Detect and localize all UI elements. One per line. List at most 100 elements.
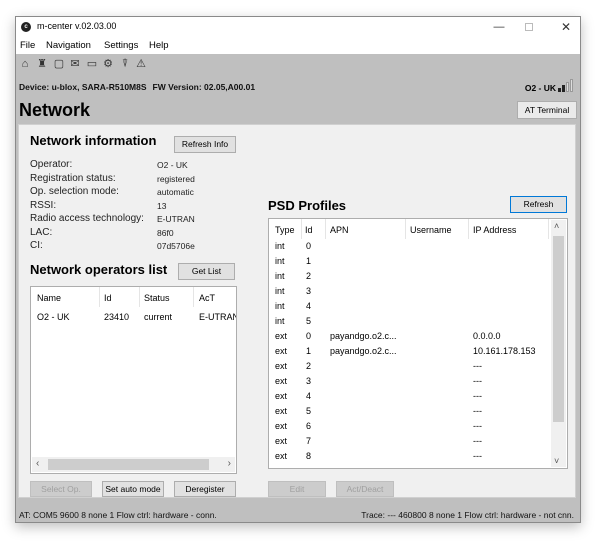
menu-bar: File Navigation Settings Help <box>16 37 580 54</box>
edit-button[interactable]: Edit <box>268 481 326 497</box>
select-op-button[interactable]: Select Op. <box>30 481 92 497</box>
psd-cell: ext <box>275 406 288 416</box>
column-separator <box>301 219 302 239</box>
psd-table-header: Type Id APN Username IP Address <box>269 219 567 241</box>
psd-cell: 0.0.0.0 <box>473 331 501 341</box>
window-title: m-center v.02.03.00 <box>37 21 117 31</box>
psd-cell: payandgo.o2.c... <box>330 346 397 356</box>
settings-gear-icon[interactable]: ⚙ <box>102 57 114 71</box>
info-label: CI: <box>30 240 43 251</box>
info-label: RSSI: <box>30 199 57 211</box>
gps-icon[interactable]: ⍒ <box>119 57 131 71</box>
info-value: 86f0 <box>157 227 174 238</box>
message-icon[interactable]: ✉ <box>69 57 81 71</box>
tower-icon[interactable]: ♜ <box>36 57 48 71</box>
psd-cell: 3 <box>306 286 312 296</box>
maximize-icon <box>525 23 533 32</box>
operators-table-header: Name Id Status AcT <box>31 287 236 309</box>
psd-cell: 0 <box>306 331 312 341</box>
column-header-ip-address[interactable]: IP Address <box>473 225 516 235</box>
scrollbar-thumb[interactable] <box>48 459 209 470</box>
menu-navigation[interactable]: Navigation <box>46 40 91 51</box>
menu-file[interactable]: File <box>20 40 35 51</box>
column-header-id[interactable]: Id <box>305 225 313 235</box>
psd-cell: int <box>275 241 285 251</box>
psd-refresh-button[interactable]: Refresh <box>510 196 567 213</box>
signal-bar <box>558 88 561 92</box>
column-separator <box>193 287 194 307</box>
psd-cell: ext <box>275 436 288 446</box>
info-label: LAC: <box>30 226 53 238</box>
minimize-button[interactable]: — <box>484 19 514 35</box>
refresh-info-button[interactable]: Refresh Info <box>174 136 236 153</box>
close-button[interactable]: ✕ <box>551 19 581 35</box>
psd-profiles-table[interactable]: Type Id APN Username IP Address int 0 int 1… <box>268 218 568 469</box>
info-value: 07d5706e <box>157 241 195 251</box>
network-panel: Network information Refresh Info Operato… <box>18 124 576 498</box>
column-separator <box>548 219 549 239</box>
folder-icon[interactable]: ▭ <box>86 57 98 71</box>
psd-cell: ext <box>275 346 288 356</box>
column-header-type[interactable]: Type <box>275 225 295 235</box>
at-port-status: AT: COM5 9600 8 none 1 Flow ctrl: hardwa… <box>19 510 217 520</box>
warning-icon[interactable]: ⚠ <box>135 57 147 71</box>
scroll-left-icon[interactable]: ‹ <box>36 458 39 469</box>
signal-bar <box>570 79 573 92</box>
set-auto-mode-button[interactable]: Set auto mode <box>102 481 164 497</box>
psd-cell: --- <box>473 406 482 416</box>
scrollbar-thumb[interactable] <box>553 236 564 422</box>
psd-cell: ext <box>275 391 288 401</box>
operator-badge: O2 - UK <box>524 83 556 93</box>
maximize-button[interactable] <box>514 19 544 35</box>
home-icon[interactable]: ⌂ <box>19 57 31 71</box>
column-header-name[interactable]: Name <box>37 293 61 303</box>
psd-cell: ext <box>275 361 288 371</box>
info-value: registered <box>157 173 195 184</box>
sim-icon[interactable]: ▢ <box>53 57 65 71</box>
menu-help[interactable]: Help <box>149 40 169 51</box>
column-header-status[interactable]: Status <box>144 293 170 303</box>
deregister-button[interactable]: Deregister <box>174 481 236 497</box>
psd-vertical-scrollbar[interactable]: ˄ ˅ <box>551 220 566 467</box>
menu-settings[interactable]: Settings <box>104 40 138 51</box>
column-header-act[interactable]: AcT <box>199 293 215 303</box>
column-header-username[interactable]: Username <box>410 225 452 235</box>
device-info: Device: u-blox, SARA-R510M8S FW Version: … <box>19 82 255 92</box>
signal-bar <box>562 85 565 92</box>
column-separator <box>405 219 406 239</box>
psd-profiles-title: PSD Profiles <box>268 198 347 213</box>
psd-cell: 10.161.178.153 <box>473 346 536 356</box>
psd-cell: 5 <box>306 316 312 326</box>
column-header-apn[interactable]: APN <box>330 225 349 235</box>
psd-cell: --- <box>473 361 482 371</box>
act-deact-button[interactable]: Act/Deact <box>336 481 394 497</box>
title-bar: c m-center v.02.03.00 — ✕ <box>16 17 580 37</box>
status-bar: AT: COM5 9600 8 none 1 Flow ctrl: hardwa… <box>16 506 580 523</box>
get-list-button[interactable]: Get List <box>178 263 235 280</box>
toolbar: ⌂ ♜ ▢ ✉ ▭ ⚙ ⍒ ⚠ <box>16 54 580 74</box>
info-value: 13 <box>157 200 167 211</box>
operators-table[interactable]: Name Id Status AcT O2 - UK 23410 current E-… <box>30 286 237 474</box>
psd-cell: 0 <box>306 241 312 251</box>
scroll-down-icon[interactable]: ˅ <box>554 456 559 466</box>
psd-cell: 1 <box>306 256 312 266</box>
info-label: Op. selection mode: <box>30 186 119 197</box>
at-terminal-button[interactable]: AT Terminal <box>517 101 577 119</box>
operators-list-title: Network operators list <box>30 262 168 277</box>
psd-cell: --- <box>473 421 482 431</box>
psd-cell: --- <box>473 391 482 401</box>
info-label: Operator: <box>30 159 73 170</box>
psd-cell: 7 <box>306 436 312 446</box>
operators-horizontal-scrollbar[interactable]: ‹ › <box>32 457 235 472</box>
column-header-id[interactable]: Id <box>104 293 112 303</box>
scroll-right-icon[interactable]: › <box>228 458 231 469</box>
psd-cell: ext <box>275 451 288 461</box>
signal-strength-icon <box>558 78 574 92</box>
psd-cell: --- <box>473 451 482 461</box>
scroll-up-icon[interactable]: ˄ <box>554 221 559 231</box>
info-value: E-UTRAN <box>157 214 195 224</box>
device-name: Device: u-blox, SARA-R510M8S <box>19 82 147 92</box>
psd-cell: int <box>275 271 285 281</box>
psd-cell: 4 <box>306 391 312 401</box>
info-label: Radio access technology: <box>30 213 144 224</box>
